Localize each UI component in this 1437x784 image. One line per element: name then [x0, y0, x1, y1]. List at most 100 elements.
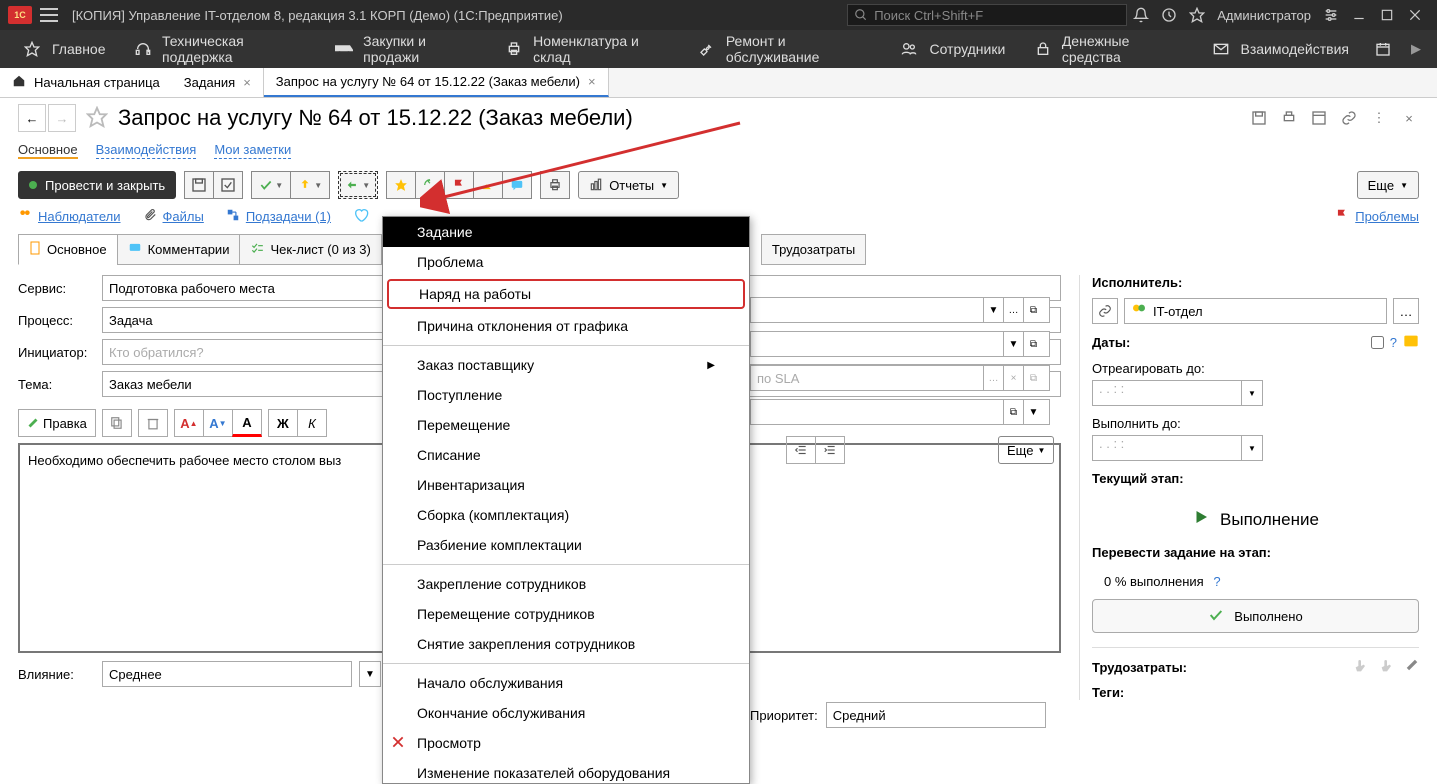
dropdown-item-work-order[interactable]: Наряд на работы: [387, 279, 745, 309]
influence-dropdown-icon[interactable]: ▼: [359, 661, 381, 687]
executor-input[interactable]: IT-отдел: [1124, 298, 1387, 324]
tab-close-icon[interactable]: ×: [243, 75, 251, 90]
hidden-field-4[interactable]: ⧉ ▼: [750, 399, 1050, 425]
tab-close-icon[interactable]: ×: [588, 74, 596, 89]
chat-button[interactable]: [502, 171, 532, 199]
more-vert-icon[interactable]: ⋮: [1369, 108, 1389, 128]
dropdown-item-move-emp[interactable]: Перемещение сотрудников: [383, 599, 749, 629]
user-name[interactable]: Администратор: [1211, 8, 1317, 23]
dates-checkbox[interactable]: [1371, 336, 1384, 349]
font-color-button[interactable]: A: [232, 409, 262, 437]
done-button[interactable]: Выполнено: [1092, 599, 1419, 633]
minimize-icon[interactable]: [1345, 1, 1373, 29]
dropdown-item-deviation[interactable]: Причина отклонения от графика: [383, 311, 749, 341]
outdent-button[interactable]: [786, 436, 816, 464]
add-favorite-button[interactable]: [386, 171, 416, 199]
menu-purchases[interactable]: Закупки и продажи: [321, 30, 491, 68]
field-dropdown-icon[interactable]: ▼: [1023, 400, 1043, 424]
menu-calendar[interactable]: [1363, 30, 1403, 68]
influence-input[interactable]: Среднее: [102, 661, 352, 687]
bell-icon[interactable]: [1127, 1, 1155, 29]
react-date-input[interactable]: . . : :: [1092, 380, 1242, 406]
reports-button[interactable]: Отчеты ▼: [578, 171, 679, 199]
menu-scroll-right-icon[interactable]: ▶: [1403, 41, 1429, 57]
delete-button[interactable]: [138, 409, 168, 437]
field-clear-icon[interactable]: ×: [1003, 366, 1023, 390]
star-icon[interactable]: [1183, 1, 1211, 29]
hamburger-icon[interactable]: [40, 8, 58, 22]
dropdown-item-transfer[interactable]: Перемещение: [383, 410, 749, 440]
subtab-main[interactable]: Основное: [18, 234, 118, 265]
maximize-icon[interactable]: [1373, 1, 1401, 29]
save-icon[interactable]: [1249, 108, 1269, 128]
dropdown-item-assembly[interactable]: Сборка (комплектация): [383, 500, 749, 530]
dropdown-item-supplier-order[interactable]: Заказ поставщику▶: [383, 350, 749, 380]
print-button[interactable]: [540, 171, 570, 199]
global-search[interactable]: Поиск Ctrl+Shift+F: [847, 4, 1127, 26]
toolbar-more-button[interactable]: Еще ▼: [1357, 171, 1419, 199]
dropdown-item-service-end[interactable]: Окончание обслуживания: [383, 698, 749, 728]
hidden-field-2[interactable]: ▼ ⧉: [750, 331, 1050, 357]
executor-more-button[interactable]: …: [1393, 298, 1419, 324]
dropdown-item-service-start[interactable]: Начало обслуживания: [383, 668, 749, 698]
section-main[interactable]: Основное: [18, 142, 78, 159]
field-open-icon[interactable]: ⧉: [1003, 400, 1023, 424]
hand-icon[interactable]: [1353, 658, 1369, 677]
help-icon[interactable]: ?: [1390, 335, 1397, 350]
close-panel-icon[interactable]: ×: [1399, 108, 1419, 128]
create-on-base-button[interactable]: ▼: [338, 171, 378, 199]
section-interactions[interactable]: Взаимодействия: [96, 142, 197, 159]
sla-field[interactable]: по SLA … × ⧉: [750, 365, 1050, 391]
flag-button[interactable]: [444, 171, 474, 199]
dropdown-item-change-indicators[interactable]: Изменение показателей оборудования: [383, 758, 749, 783]
field-more-icon[interactable]: …: [1003, 298, 1023, 322]
subtab-labor[interactable]: Трудозатраты: [761, 234, 866, 265]
dropdown-item-receipt[interactable]: Поступление: [383, 380, 749, 410]
print-icon[interactable]: [1279, 108, 1299, 128]
hand2-icon[interactable]: [1379, 658, 1395, 677]
indent-button[interactable]: [815, 436, 845, 464]
dropdown-item-inventory[interactable]: Инвентаризация: [383, 470, 749, 500]
subtab-checklist[interactable]: Чек-лист (0 из 3): [239, 234, 381, 265]
dropdown-item-assign-emp[interactable]: Закрепление сотрудников: [383, 569, 749, 599]
save-button[interactable]: [184, 171, 214, 199]
post-button[interactable]: [213, 171, 243, 199]
close-icon[interactable]: [1401, 1, 1429, 29]
favorite-star-icon[interactable]: [86, 106, 110, 131]
nav-forward-button[interactable]: →: [48, 104, 76, 132]
section-notes[interactable]: Мои заметки: [214, 142, 291, 159]
files-link[interactable]: Файлы: [143, 208, 204, 225]
font-decrease-button[interactable]: A▼: [203, 409, 233, 437]
font-increase-button[interactable]: A▲: [174, 409, 204, 437]
accept-toggle[interactable]: [353, 207, 369, 226]
dropdown-item-disassembly[interactable]: Разбиение комплектации: [383, 530, 749, 560]
approve-button[interactable]: ▼: [251, 171, 291, 199]
link-executor-button[interactable]: [1092, 298, 1118, 324]
window-icon[interactable]: [1309, 108, 1329, 128]
field-dropdown-icon[interactable]: ▼: [1003, 332, 1023, 356]
tab-tasks[interactable]: Задания ×: [172, 68, 264, 97]
due-date-input[interactable]: . . : :: [1092, 435, 1242, 461]
edit-button[interactable]: Правка: [18, 409, 96, 437]
link-icon[interactable]: [1339, 108, 1359, 128]
subtab-comments[interactable]: Комментарии: [117, 234, 241, 265]
dropdown-item-unassign-emp[interactable]: Снятие закрепления сотрудников: [383, 629, 749, 659]
menu-main[interactable]: Главное: [8, 30, 120, 68]
hidden-field-1[interactable]: ▼ … ⧉: [750, 297, 1050, 323]
pct-help-icon[interactable]: ?: [1213, 574, 1220, 589]
field-open-icon[interactable]: ⧉: [1023, 332, 1043, 356]
history-icon[interactable]: [1155, 1, 1183, 29]
priority-input[interactable]: Средний: [826, 702, 1046, 728]
menu-support[interactable]: Техническая поддержка: [120, 30, 321, 68]
field-dropdown-icon[interactable]: ▼: [983, 298, 1003, 322]
note-icon[interactable]: [1403, 334, 1419, 351]
italic-button[interactable]: К: [297, 409, 327, 437]
dropdown-item-view[interactable]: Просмотр: [383, 728, 749, 758]
menu-money[interactable]: Денежные средства: [1019, 30, 1196, 68]
react-date-dropdown[interactable]: ▼: [1241, 380, 1263, 406]
subtasks-link[interactable]: Подзадачи (1): [226, 208, 331, 225]
post-and-close-button[interactable]: Провести и закрыть: [18, 171, 176, 199]
tab-request[interactable]: Запрос на услугу № 64 от 15.12.22 (Заказ…: [264, 68, 609, 97]
highlight-button[interactable]: [473, 171, 503, 199]
dropdown-item-task[interactable]: Задание: [383, 217, 749, 247]
